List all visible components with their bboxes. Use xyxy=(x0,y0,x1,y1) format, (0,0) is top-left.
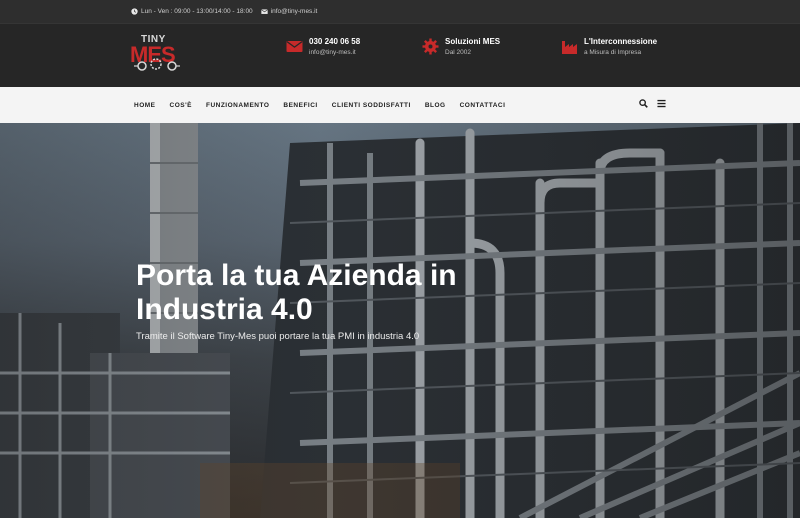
nav-item-contattaci[interactable]: CONTATTACI xyxy=(460,102,506,109)
factory-icon xyxy=(562,41,577,54)
hero-subtitle: Tramite il Software Tiny-Mes puoi portar… xyxy=(136,331,420,342)
gear-icon xyxy=(134,58,180,71)
interconnection-title: L'Interconnessione xyxy=(584,37,658,46)
top-email[interactable]: info@tiny-mes.it xyxy=(260,8,318,15)
hero-banner: Porta la tua Azienda in Industria 4.0 Tr… xyxy=(0,123,800,518)
header-solutions: Soluzioni MES Dal 2002 xyxy=(422,36,500,58)
nav-item-funzionamento[interactable]: FUNZIONAMENTO xyxy=(206,102,269,109)
top-bar: Lun - Ven : 09:00 - 13:00/14:00 - 18:00 … xyxy=(0,0,800,23)
solutions-title: Soluzioni MES xyxy=(445,37,501,46)
header-email[interactable]: info@tiny-mes.it xyxy=(309,47,360,58)
header-contact: 030 240 06 58 info@tiny-mes.it xyxy=(286,36,360,58)
hero-title: Porta la tua Azienda in Industria 4.0 xyxy=(136,259,457,326)
interconnection-subtitle: a Misura di Impresa xyxy=(584,49,642,56)
hamburger-menu-icon[interactable] xyxy=(657,99,666,108)
search-icon[interactable] xyxy=(639,99,648,108)
nav-item-clienti-soddisfatti[interactable]: CLIENTI SODDISFATTI xyxy=(332,102,411,109)
nav-menu: HOME COS'È FUNZIONAMENTO BENEFICI CLIENT… xyxy=(134,102,505,109)
nav-item-cos-e[interactable]: COS'È xyxy=(170,102,192,109)
opening-hours: Lun - Ven : 09:00 - 13:00/14:00 - 18:00 xyxy=(131,8,253,15)
nav-item-home[interactable]: HOME xyxy=(134,102,156,109)
top-email-text[interactable]: info@tiny-mes.it xyxy=(271,8,318,15)
main-nav: HOME COS'È FUNZIONAMENTO BENEFICI CLIENT… xyxy=(0,87,800,123)
nav-tools xyxy=(639,99,666,108)
nav-item-blog[interactable]: BLOG xyxy=(425,102,446,109)
header-interconnection: L'Interconnessione a Misura di Impresa xyxy=(561,36,657,58)
envelope-icon xyxy=(260,9,268,14)
phone-number[interactable]: 030 240 06 58 xyxy=(309,36,360,47)
clock-icon xyxy=(131,8,138,15)
logo[interactable]: TINY MES xyxy=(128,34,186,74)
nav-item-benefici[interactable]: BENEFICI xyxy=(283,102,317,109)
opening-hours-text: Lun - Ven : 09:00 - 13:00/14:00 - 18:00 xyxy=(141,8,253,15)
header: TINY MES 030 240 06 58 info@tiny-mes.it xyxy=(0,23,800,87)
mail-icon xyxy=(286,41,303,52)
cog-icon xyxy=(422,38,439,55)
solutions-subtitle: Dal 2002 xyxy=(445,49,472,56)
